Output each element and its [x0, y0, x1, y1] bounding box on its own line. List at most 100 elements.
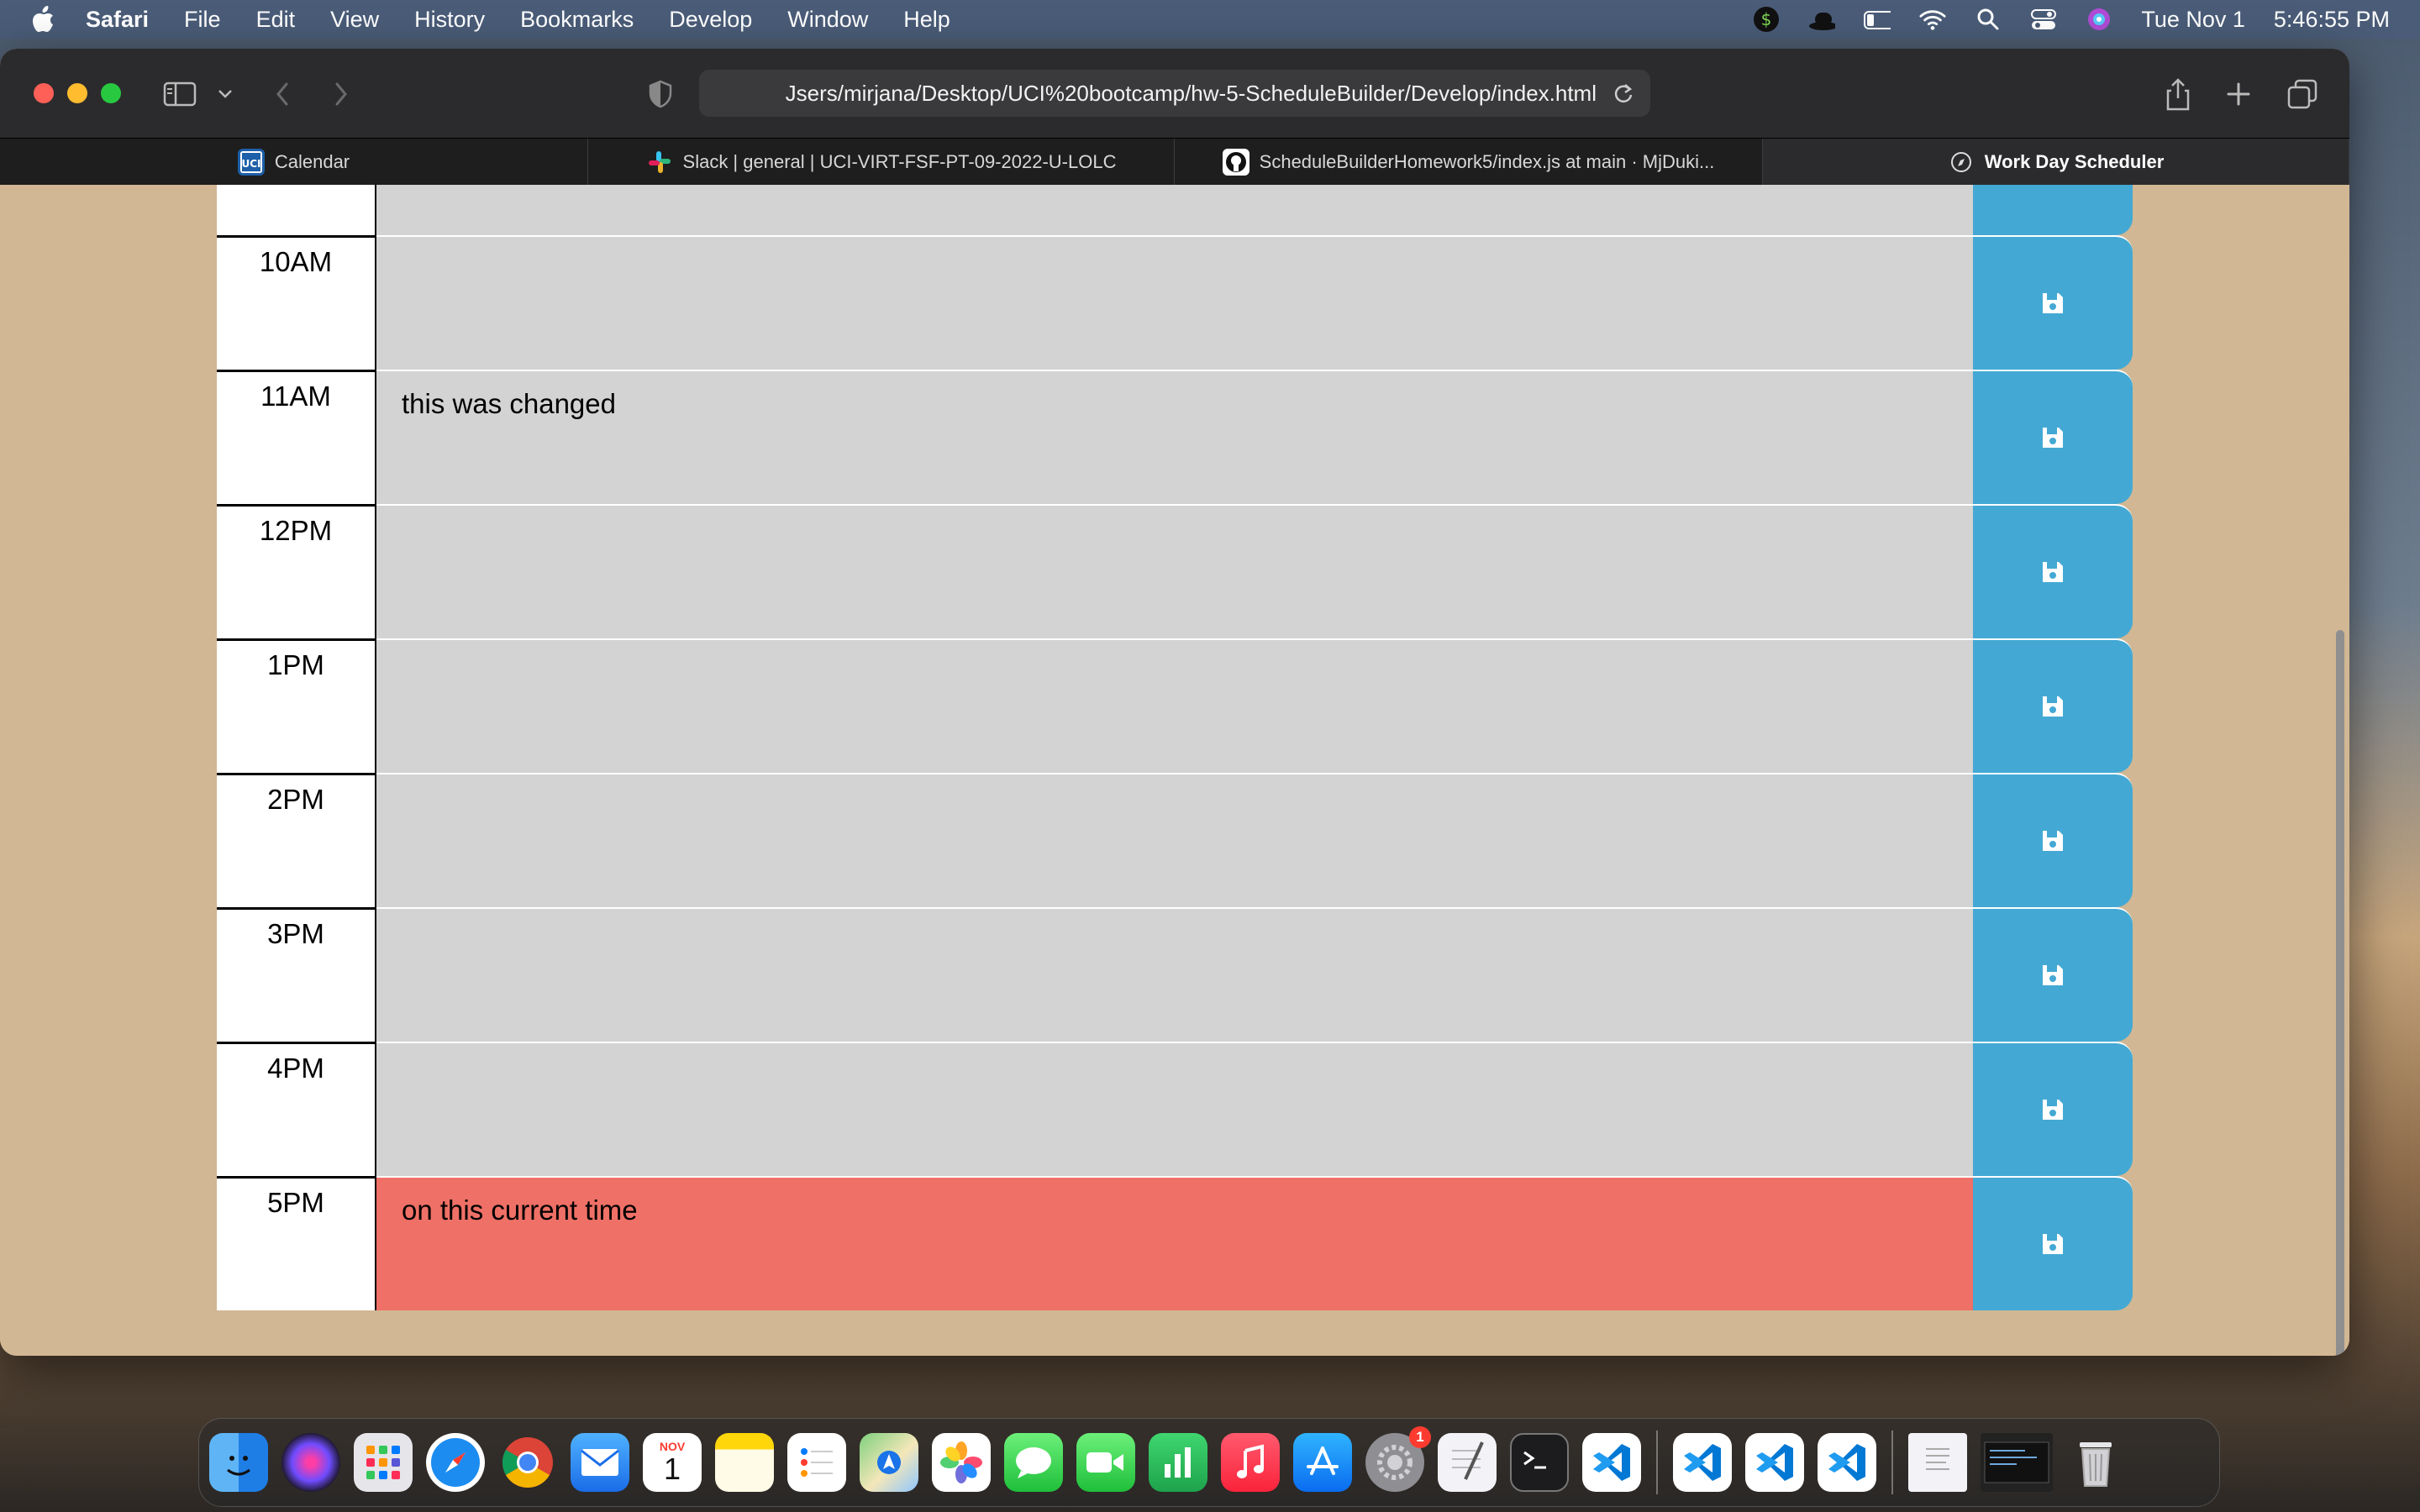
time-block-row: 12PM [217, 504, 2133, 638]
numbers-icon[interactable] [1149, 1433, 1207, 1492]
notes-icon[interactable] [715, 1433, 774, 1492]
event-description-textarea[interactable] [376, 504, 1973, 638]
tab-overview-icon[interactable] [2282, 74, 2323, 114]
back-arrow-icon[interactable] [262, 74, 302, 114]
maximize-window-button[interactable] [101, 83, 121, 103]
chevron-down-icon[interactable] [205, 74, 245, 114]
menubar-date[interactable]: Tue Nov 1 [2141, 7, 2245, 33]
dollar-icon[interactable]: $ [1753, 6, 1780, 33]
reload-icon[interactable] [1610, 80, 1637, 107]
calendar-icon[interactable]: NOV 1 [643, 1433, 702, 1492]
address-bar[interactable]: Jsers/mirjana/Desktop/UCI%20bootcamp/hw-… [699, 70, 1650, 117]
window-thumbnail-icon[interactable] [1981, 1433, 2053, 1492]
safari-icon[interactable] [426, 1433, 485, 1492]
compass-icon [1948, 149, 1975, 176]
page-viewport: past event10AM11AMthis was changed12PM1P… [0, 185, 2349, 1356]
menu-bookmarks[interactable]: Bookmarks [520, 7, 634, 33]
tab-work-day-scheduler[interactable]: Work Day Scheduler [1763, 139, 2349, 186]
wifi-icon[interactable] [1919, 6, 1946, 33]
menu-edit[interactable]: Edit [256, 7, 296, 33]
dock-separator [1891, 1431, 1893, 1494]
control-center-icon[interactable] [2030, 6, 2057, 33]
save-button[interactable] [1973, 907, 2133, 1042]
share-icon[interactable] [2158, 74, 2198, 114]
tab-calendar[interactable]: UCI Calendar [0, 139, 588, 186]
save-button[interactable] [1973, 773, 2133, 907]
new-tab-icon[interactable] [2218, 74, 2259, 114]
notification-badge: 1 [1409, 1426, 1431, 1448]
battery-icon[interactable] [1864, 6, 1891, 33]
close-window-button[interactable] [34, 83, 54, 103]
photos-icon[interactable] [932, 1433, 991, 1492]
time-block-row: 10AM [217, 235, 2133, 370]
svg-text:$: $ [1761, 9, 1772, 29]
event-description-textarea[interactable] [376, 773, 1973, 907]
sidebar-toggle-icon[interactable] [160, 74, 200, 114]
siri-icon[interactable] [2086, 6, 2112, 33]
save-button[interactable] [1973, 1176, 2133, 1310]
url-text[interactable]: Jsers/mirjana/Desktop/UCI%20bootcamp/hw-… [786, 81, 1597, 107]
app-store-icon[interactable] [1293, 1433, 1352, 1492]
save-button[interactable] [1973, 638, 2133, 773]
floppy-disk-icon [2040, 1097, 2065, 1122]
uci-icon: UCI [237, 149, 265, 176]
finder-icon[interactable] [209, 1433, 268, 1492]
save-button[interactable] [1973, 235, 2133, 370]
launchpad-icon[interactable] [354, 1433, 413, 1492]
siri-icon[interactable] [281, 1433, 340, 1492]
dock: NOV 1 1 [198, 1418, 2220, 1507]
floppy-disk-icon [2040, 1231, 2065, 1257]
time-block-row: 2PM [217, 773, 2133, 907]
floppy-disk-icon [2040, 559, 2065, 585]
time-block-row: 5PM on this current time [217, 1176, 2133, 1310]
document-icon[interactable] [1908, 1433, 1967, 1492]
vscode-icon[interactable] [1582, 1433, 1641, 1492]
save-button[interactable] [1973, 504, 2133, 638]
scrollbar[interactable] [2336, 630, 2344, 1356]
vscode-icon[interactable] [1745, 1433, 1804, 1492]
time-block-row: past event [217, 185, 2133, 235]
menu-file[interactable]: File [184, 7, 221, 33]
vscode-icon[interactable] [1673, 1433, 1732, 1492]
terminal-icon[interactable] [1510, 1433, 1569, 1492]
mail-icon[interactable] [571, 1433, 629, 1492]
menu-help[interactable]: Help [903, 7, 950, 33]
browser-toolbar: Jsers/mirjana/Desktop/UCI%20bootcamp/hw-… [0, 49, 2349, 138]
event-description-textarea[interactable]: this was changed [376, 370, 1973, 504]
event-description-textarea[interactable]: on this current time [376, 1176, 1973, 1310]
save-button[interactable] [1973, 370, 2133, 504]
hour-label: 12PM [217, 504, 376, 638]
event-description-textarea[interactable]: past event [376, 185, 1973, 235]
save-button[interactable] [1973, 185, 2133, 235]
tab-slack[interactable]: Slack | general | UCI-VIRT-FSF-PT-09-202… [588, 139, 1175, 186]
event-description-textarea[interactable] [376, 907, 1973, 1042]
facetime-icon[interactable] [1076, 1433, 1135, 1492]
privacy-shield-icon[interactable] [640, 74, 681, 114]
menu-history[interactable]: History [414, 7, 485, 33]
reminders-icon[interactable] [787, 1433, 846, 1492]
event-description-textarea[interactable] [376, 1042, 1973, 1176]
maps-icon[interactable] [860, 1433, 918, 1492]
music-icon[interactable] [1221, 1433, 1280, 1492]
messages-icon[interactable] [1004, 1433, 1063, 1492]
trash-icon[interactable] [2066, 1433, 2125, 1492]
event-description-textarea[interactable] [376, 638, 1973, 773]
apple-icon[interactable] [30, 3, 64, 36]
system-preferences-icon[interactable]: 1 [1365, 1426, 1431, 1492]
menubar-time[interactable]: 5:46:55 PM [2274, 7, 2390, 33]
tab-github[interactable]: ScheduleBuilderHomework5/index.js at mai… [1175, 139, 1763, 186]
chrome-icon[interactable] [498, 1433, 557, 1492]
vscode-icon[interactable] [1818, 1433, 1876, 1492]
menu-safari[interactable]: Safari [86, 7, 149, 33]
menu-view[interactable]: View [330, 7, 379, 33]
textedit-icon[interactable] [1438, 1433, 1497, 1492]
minimize-window-button[interactable] [67, 83, 87, 103]
event-description-textarea[interactable] [376, 235, 1973, 370]
forward-arrow-icon[interactable] [321, 74, 361, 114]
menu-window[interactable]: Window [787, 7, 868, 33]
search-icon[interactable] [1975, 6, 2002, 33]
hour-label: 11AM [217, 370, 376, 504]
save-button[interactable] [1973, 1042, 2133, 1176]
hat-icon[interactable] [1808, 6, 1836, 33]
menu-develop[interactable]: Develop [669, 7, 752, 33]
